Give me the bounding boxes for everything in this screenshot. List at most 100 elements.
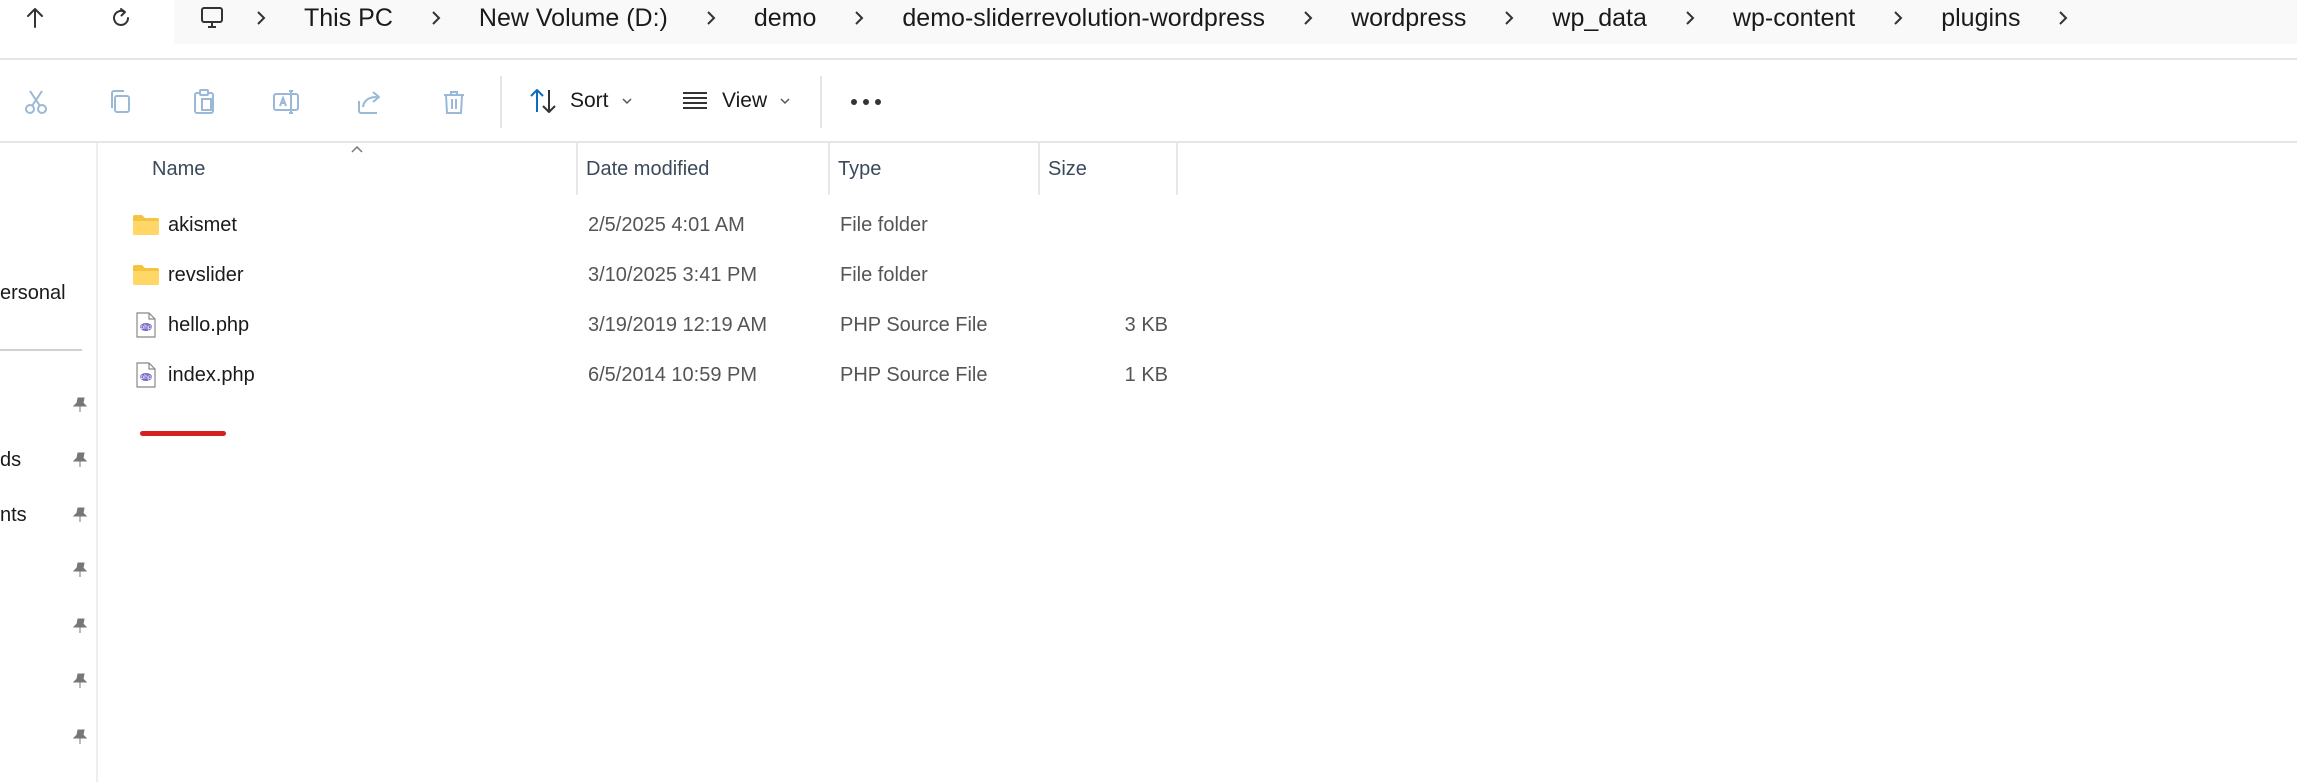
pin-icon	[68, 503, 92, 527]
rename-button[interactable]	[262, 80, 310, 124]
crumb-demo-sliderrevolution-wordpress[interactable]: demo-sliderrevolution-wordpress	[880, 4, 1287, 33]
svg-text:php: php	[140, 324, 152, 331]
pin-icon	[68, 725, 92, 749]
file-name: index.php	[168, 363, 255, 386]
divider	[0, 349, 82, 351]
chevron-right-icon[interactable]	[240, 9, 282, 27]
address-row: This PC New Volume (D:) demo demo-slider…	[0, 0, 2297, 58]
column-header-size[interactable]: Size	[1048, 143, 1087, 195]
view-label: View	[722, 89, 768, 112]
chevron-right-icon[interactable]	[1488, 9, 1530, 27]
folder-icon	[132, 211, 160, 239]
refresh-button[interactable]	[98, 0, 144, 36]
annotation-underline	[140, 431, 226, 436]
column-header-row: Name Date modified Type Size	[98, 143, 1180, 195]
refresh-icon	[113, 8, 129, 26]
sort-ascending-icon	[350, 141, 364, 159]
pin-icon	[68, 669, 92, 693]
chevron-right-icon[interactable]	[1287, 9, 1329, 27]
chevron-right-icon[interactable]	[690, 9, 732, 27]
folder-icon	[132, 261, 160, 289]
file-date: 3/19/2019 12:19 AM	[588, 313, 768, 336]
share-button[interactable]	[346, 80, 394, 124]
file-row-revslider[interactable]: revslider 3/10/2025 3:41 PM File folder	[98, 250, 1180, 300]
file-size	[1050, 200, 1168, 250]
breadcrumb: This PC New Volume (D:) demo demo-slider…	[198, 0, 2084, 36]
delete-button[interactable]	[430, 80, 478, 124]
scissors-icon	[25, 90, 47, 114]
crumb-plugins[interactable]: plugins	[1919, 4, 2042, 33]
file-name: hello.php	[168, 313, 250, 336]
nav-item-personal[interactable]: ersonal	[0, 282, 66, 305]
chevron-down-icon	[621, 98, 632, 105]
file-date: 2/5/2025 4:01 AM	[588, 213, 745, 236]
file-size: 1 KB	[1124, 363, 1168, 386]
rename-icon	[273, 90, 299, 114]
column-divider[interactable]	[576, 143, 578, 195]
column-divider[interactable]	[1038, 143, 1040, 195]
clipboard-icon	[194, 89, 214, 114]
pin-icon	[68, 614, 92, 638]
arrow-up-icon	[27, 8, 43, 28]
column-header-date[interactable]: Date modified	[586, 143, 709, 195]
crumb-wordpress[interactable]: wordpress	[1329, 4, 1488, 33]
file-row-hello-php[interactable]: php hello.php 3/19/2019 12:19 AM PHP Sou…	[98, 300, 1180, 350]
command-bar: Sort View	[0, 60, 2297, 142]
crumb-demo[interactable]: demo	[732, 4, 839, 33]
nav-item-downloads[interactable]: ds	[0, 449, 21, 472]
chevron-down-icon	[780, 98, 790, 105]
chevron-right-icon[interactable]	[1877, 9, 1919, 27]
file-type: File folder	[840, 213, 928, 236]
trash-icon	[444, 91, 464, 114]
file-type: PHP Source File	[840, 363, 988, 386]
php-file-icon: php	[132, 361, 160, 389]
crumb-wp-content[interactable]: wp-content	[1711, 4, 1877, 33]
file-size: 3 KB	[1124, 313, 1168, 336]
column-header-type[interactable]: Type	[838, 143, 881, 195]
copy-icon	[111, 90, 130, 113]
svg-text:php: php	[140, 374, 152, 381]
sort-icon	[530, 89, 556, 113]
share-icon	[358, 91, 380, 114]
chevron-right-icon[interactable]	[838, 9, 880, 27]
crumb-this-pc[interactable]: This PC	[282, 4, 415, 33]
pin-icon	[68, 448, 92, 472]
more-options-button[interactable]	[842, 80, 890, 124]
cut-button[interactable]	[12, 80, 60, 124]
view-button[interactable]: View	[680, 78, 791, 124]
column-divider[interactable]	[828, 143, 830, 195]
divider	[820, 76, 822, 128]
divider	[500, 76, 502, 128]
file-name: akismet	[168, 213, 237, 236]
file-date: 3/10/2025 3:41 PM	[588, 263, 758, 286]
chevron-right-icon[interactable]	[1669, 9, 1711, 27]
file-list: Name Date modified Type Size akismet 2/5…	[98, 143, 2297, 782]
crumb-wp-data[interactable]: wp_data	[1530, 4, 1669, 33]
address-bar[interactable]: This PC New Volume (D:) demo demo-slider…	[174, 0, 2297, 44]
column-divider[interactable]	[1176, 143, 1178, 195]
navigation-pane: ersonal ds nts	[0, 143, 96, 782]
this-pc-icon[interactable]	[198, 4, 240, 32]
chevron-right-icon[interactable]	[415, 9, 457, 27]
file-date: 6/5/2014 10:59 PM	[588, 363, 758, 386]
chevron-right-icon[interactable]	[2042, 9, 2084, 27]
pin-icon	[68, 393, 92, 417]
pin-icon	[68, 558, 92, 582]
file-type: File folder	[840, 263, 928, 286]
sort-label: Sort	[570, 89, 609, 112]
file-size	[1050, 250, 1168, 300]
column-header-name[interactable]: Name	[152, 143, 205, 195]
copy-button[interactable]	[96, 80, 144, 124]
file-row-akismet[interactable]: akismet 2/5/2025 4:01 AM File folder	[98, 200, 1180, 250]
sort-button[interactable]: Sort	[528, 78, 633, 124]
php-file-icon: php	[132, 311, 160, 339]
paste-button[interactable]	[180, 80, 228, 124]
view-icon	[683, 92, 707, 109]
file-row-index-php[interactable]: php index.php 6/5/2014 10:59 PM PHP Sour…	[98, 350, 1180, 400]
more-icon	[851, 99, 881, 105]
file-name: revslider	[168, 263, 244, 286]
nav-item-documents[interactable]: nts	[0, 504, 27, 527]
file-type: PHP Source File	[840, 313, 988, 336]
up-button[interactable]	[12, 0, 58, 36]
crumb-new-volume[interactable]: New Volume (D:)	[457, 4, 690, 33]
